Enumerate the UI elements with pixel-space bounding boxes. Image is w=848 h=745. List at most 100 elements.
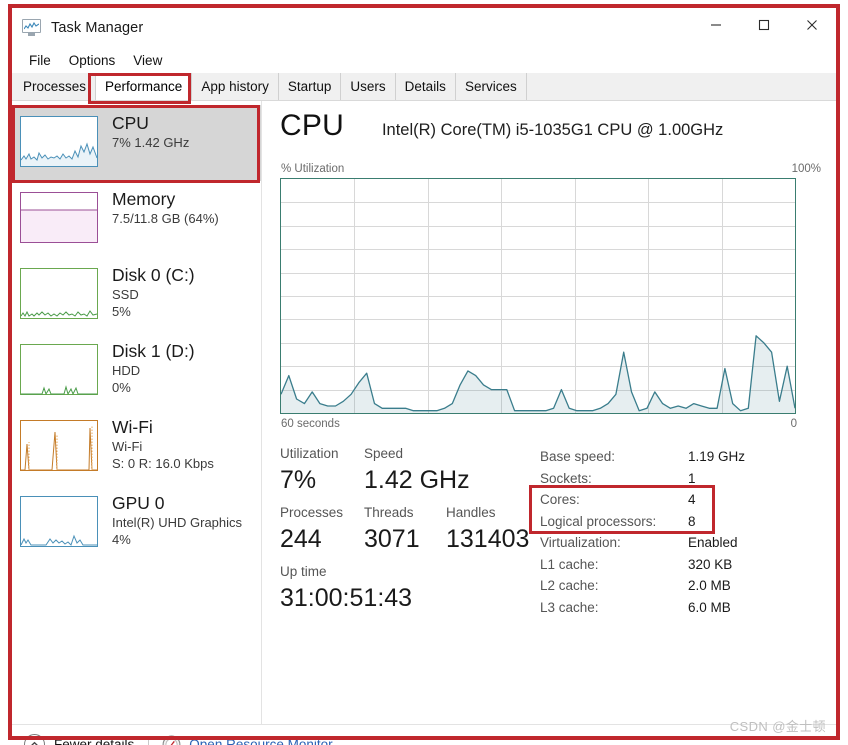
threads-label: Threads — [364, 505, 414, 520]
memory-meta: Memory 7.5/11.8 GB (64%) — [112, 186, 219, 227]
content-area: CPU 7% 1.42 GHz Memory 7.5/11.8 GB (64%)… — [12, 101, 836, 724]
handles-value: 131403 — [446, 525, 530, 553]
sidebar-item-memory[interactable]: Memory 7.5/11.8 GB (64%) — [12, 181, 261, 257]
task-manager-screenshot: Task Manager File Options View Processes… — [0, 0, 848, 745]
logical-processors-label: Logical processors: — [540, 513, 657, 529]
base-speed-label: Base speed: — [540, 449, 616, 464]
disk1-meta: Disk 1 (D:) HDD 0% — [112, 338, 195, 396]
utilization-value: 7% — [280, 466, 317, 494]
open-resource-monitor-link[interactable]: Open Resource Monitor — [162, 735, 333, 745]
open-resource-monitor-label: Open Resource Monitor — [189, 737, 333, 745]
spec-row-logical-processors: Logical processors: 8 — [540, 511, 822, 533]
cpu-utilization-graph[interactable] — [280, 178, 796, 414]
virtualization-value: Enabled — [688, 535, 738, 550]
processes-value: 244 — [280, 525, 322, 553]
maximize-icon — [758, 19, 770, 31]
tab-bar: Processes Performance App history Startu… — [12, 73, 836, 104]
graph-bottom-labels: 60 seconds 0 — [280, 418, 798, 430]
stat-handles: Handles 131403 — [446, 503, 529, 556]
disk1-mini-graph — [20, 344, 98, 395]
disk0-meta: Disk 0 (C:) SSD 5% — [112, 262, 195, 320]
cpu-stats: Utilization 7% Speed 1.42 GHz Processes — [280, 444, 822, 618]
sidebar-item-cpu[interactable]: CPU 7% 1.42 GHz — [12, 105, 261, 181]
tab-app-history[interactable]: App history — [192, 73, 279, 100]
spec-row-base-speed: Base speed: 1.19 GHz — [540, 446, 822, 468]
disk1-usage: 0% — [112, 380, 131, 395]
fewer-details-button[interactable]: Fewer details — [24, 734, 134, 745]
l1-cache-label: L1 cache: — [540, 556, 599, 572]
close-button[interactable] — [788, 8, 836, 42]
footer-divider — [148, 736, 150, 745]
tab-users[interactable]: Users — [341, 73, 396, 100]
l3-cache-label: L3 cache: — [540, 599, 599, 615]
gpu0-name: GPU 0 — [112, 493, 165, 513]
uptime-label: Up time — [280, 564, 327, 579]
resource-list: CPU 7% 1.42 GHz Memory 7.5/11.8 GB (64%)… — [12, 101, 262, 724]
gpu0-meta: GPU 0 Intel(R) UHD Graphics 4% — [112, 490, 242, 548]
disk1-name: Disk 1 (D:) — [112, 341, 195, 361]
stat-uptime: Up time 31:00:51:43 — [280, 562, 412, 615]
l2-cache-value: 2.0 MB — [688, 578, 731, 593]
gpu0-model: Intel(R) UHD Graphics — [112, 515, 243, 530]
resource-monitor-glyph — [162, 735, 181, 745]
wifi-type: Wi-Fi — [112, 439, 143, 454]
tab-bar-filler — [526, 73, 836, 100]
spec-row-virtualization: Virtualization: Enabled — [540, 532, 822, 554]
wifi-name: Wi-Fi — [112, 417, 153, 437]
stats-row-processes-threads-handles: Processes 244 Threads 3071 Handles 13140… — [280, 503, 534, 556]
wifi-thumbnail — [20, 420, 98, 471]
minimize-button[interactable] — [692, 8, 740, 42]
disk0-usage: 5% — [112, 304, 131, 319]
fewer-details-label: Fewer details — [54, 737, 135, 745]
stat-threads: Threads 3071 — [364, 503, 446, 556]
watermark: CSDN @金士顿 — [729, 719, 826, 734]
gpu0-mini-graph — [20, 496, 98, 547]
chevron-up-glyph — [30, 741, 39, 745]
logical-processors-value: 8 — [688, 513, 696, 529]
disk0-mini-graph — [20, 268, 98, 319]
tab-details[interactable]: Details — [395, 73, 456, 100]
sockets-label: Sockets: — [540, 470, 592, 486]
task-manager-window: Task Manager File Options View Processes… — [12, 8, 836, 745]
virtualization-label: Virtualization: — [540, 535, 621, 550]
sidebar-item-wifi[interactable]: Wi-Fi Wi-Fi S: 0 R: 16.0 Kbps — [12, 409, 261, 485]
cpu-header: CPU Intel(R) Core(TM) i5-1035G1 CPU @ 1.… — [280, 109, 822, 163]
close-icon — [807, 20, 817, 30]
cpu-meta: CPU 7% 1.42 GHz — [112, 110, 189, 151]
cpu-stats-left: Utilization 7% Speed 1.42 GHz Processes — [280, 444, 534, 618]
sockets-value: 1 — [688, 470, 696, 486]
graph-y-max-label: 100% — [791, 163, 821, 175]
disk1-thumbnail — [20, 344, 98, 395]
window-title: Task Manager — [51, 20, 144, 36]
sidebar-item-disk-1[interactable]: Disk 1 (D:) HDD 0% — [12, 333, 261, 409]
l3-cache-value: 6.0 MB — [688, 599, 731, 615]
menu-item-view[interactable]: View — [124, 51, 171, 70]
graph-top-labels: % Utilization 100% — [280, 163, 822, 175]
speed-value: 1.42 GHz — [364, 466, 470, 494]
sidebar-item-gpu-0[interactable]: GPU 0 Intel(R) UHD Graphics 4% — [12, 485, 261, 561]
disk1-type: HDD — [112, 363, 141, 378]
uptime-value: 31:00:51:43 — [280, 584, 413, 612]
title-bar: Task Manager — [12, 8, 836, 48]
maximize-button[interactable] — [740, 8, 788, 42]
stats-row-uptime: Up time 31:00:51:43 — [280, 562, 534, 615]
cpu-thumbnail — [20, 116, 98, 167]
disk0-type: SSD — [112, 287, 139, 302]
menu-item-file[interactable]: File — [20, 51, 60, 70]
tab-startup[interactable]: Startup — [278, 73, 342, 100]
stat-speed: Speed 1.42 GHz — [364, 444, 470, 497]
menu-item-options[interactable]: Options — [60, 51, 125, 70]
menu-bar: File Options View — [12, 48, 836, 73]
task-manager-icon — [22, 19, 42, 37]
tab-processes[interactable]: Processes — [14, 73, 97, 100]
cpu-specs: Base speed: 1.19 GHz Sockets: 1 Cores: 4 — [529, 444, 822, 618]
sidebar-item-disk-0[interactable]: Disk 0 (C:) SSD 5% — [12, 257, 261, 333]
tab-performance[interactable]: Performance — [96, 73, 193, 100]
utilization-label: Utilization — [280, 446, 339, 461]
window-controls — [692, 8, 836, 42]
cpu-sub: 7% 1.42 GHz — [112, 135, 190, 150]
tab-services[interactable]: Services — [455, 73, 527, 100]
base-speed-value: 1.19 GHz — [688, 449, 746, 464]
gpu0-thumbnail — [20, 496, 98, 547]
cores-value: 4 — [688, 492, 696, 507]
